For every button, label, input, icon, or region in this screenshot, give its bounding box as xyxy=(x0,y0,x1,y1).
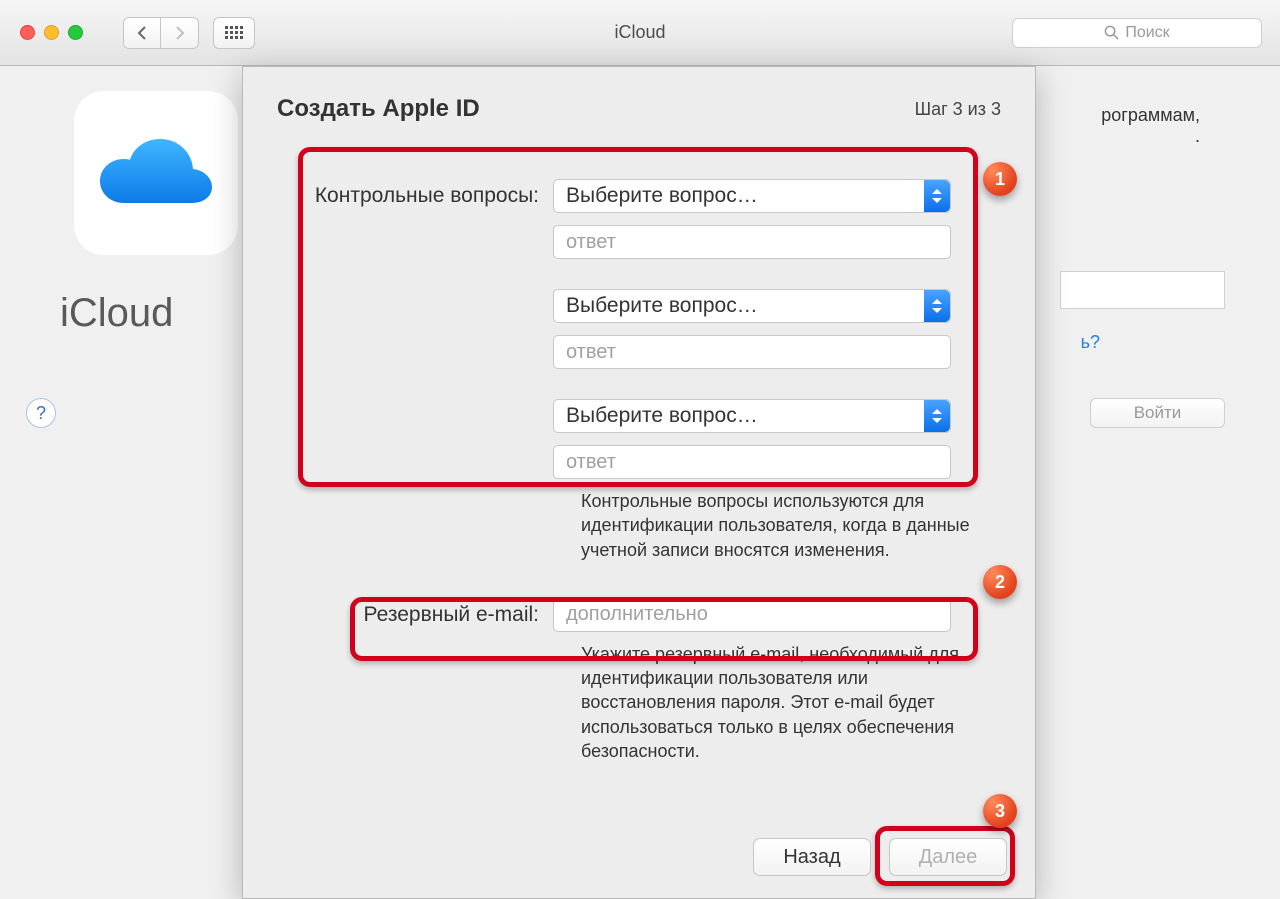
callout-marker-2: 2 xyxy=(983,565,1017,599)
security-answer-3-input[interactable]: ответ xyxy=(553,445,951,479)
select-value: Выберите вопрос… xyxy=(566,404,758,428)
close-window-button[interactable] xyxy=(20,25,35,40)
nav-back-forward xyxy=(123,17,199,49)
input-placeholder: ответ xyxy=(566,341,616,364)
chevron-up-down-icon xyxy=(924,180,950,212)
zoom-window-button[interactable] xyxy=(68,25,83,40)
security-questions-label: Контрольные вопросы: xyxy=(283,184,553,208)
select-value: Выберите вопрос… xyxy=(566,294,758,318)
rescue-email-label: Резервный e-mail: xyxy=(283,603,553,627)
select-value: Выберите вопрос… xyxy=(566,184,758,208)
show-all-prefs-button[interactable] xyxy=(213,17,255,49)
nav-back-button[interactable] xyxy=(123,17,161,49)
security-question-2-select[interactable]: Выберите вопрос… xyxy=(553,289,951,323)
search-input[interactable]: Поиск xyxy=(1012,18,1262,48)
bg-login-button[interactable]: Войти xyxy=(1090,398,1225,428)
bg-forgot-link[interactable]: ь? xyxy=(1081,332,1100,353)
security-question-3-select[interactable]: Выберите вопрос… xyxy=(553,399,951,433)
security-help-text: Контрольные вопросы используются для иде… xyxy=(581,489,981,562)
sheet-footer: Назад Далее xyxy=(753,838,1007,876)
sheet-title: Создать Apple ID xyxy=(277,95,480,123)
help-button[interactable]: ? xyxy=(26,398,56,428)
titlebar: iCloud Поиск xyxy=(0,0,1280,66)
input-placeholder: ответ xyxy=(566,231,616,254)
security-answer-1-input[interactable]: ответ xyxy=(553,225,951,259)
input-placeholder: ответ xyxy=(566,451,616,474)
form-area: Контрольные вопросы: Выберите вопрос… от… xyxy=(243,141,1035,767)
minimize-window-button[interactable] xyxy=(44,25,59,40)
security-question-1-select[interactable]: Выберите вопрос… xyxy=(553,179,951,213)
callout-marker-1: 1 xyxy=(983,162,1017,196)
chevron-up-down-icon xyxy=(924,290,950,322)
sheet-header: Создать Apple ID Шаг 3 из 3 xyxy=(243,67,1035,141)
step-indicator: Шаг 3 из 3 xyxy=(915,99,1001,120)
toolbar-search: Поиск xyxy=(1012,18,1262,48)
nav-forward-button[interactable] xyxy=(161,17,199,49)
question-icon: ? xyxy=(36,403,46,424)
next-button[interactable]: Далее xyxy=(889,838,1007,876)
rescue-help-text: Укажите резервный e-mail, необходимый дл… xyxy=(581,642,981,763)
rescue-email-input[interactable]: дополнительно xyxy=(553,598,951,632)
traffic-lights xyxy=(0,25,83,40)
back-button[interactable]: Назад xyxy=(753,838,871,876)
icloud-label: iCloud xyxy=(60,291,173,336)
input-placeholder: дополнительно xyxy=(566,603,708,626)
chevron-up-down-icon xyxy=(924,400,950,432)
callout-marker-3: 3 xyxy=(983,794,1017,828)
security-answer-2-input[interactable]: ответ xyxy=(553,335,951,369)
search-placeholder: Поиск xyxy=(1125,24,1169,42)
grid-icon xyxy=(225,26,243,39)
create-apple-id-sheet: Создать Apple ID Шаг 3 из 3 Контрольные … xyxy=(242,66,1036,899)
icloud-app-icon xyxy=(74,91,238,255)
search-icon xyxy=(1104,25,1119,40)
bg-truncated-text: рограммам, . xyxy=(1101,105,1200,147)
cloud-icon xyxy=(96,133,216,213)
bg-password-field[interactable] xyxy=(1060,271,1225,309)
